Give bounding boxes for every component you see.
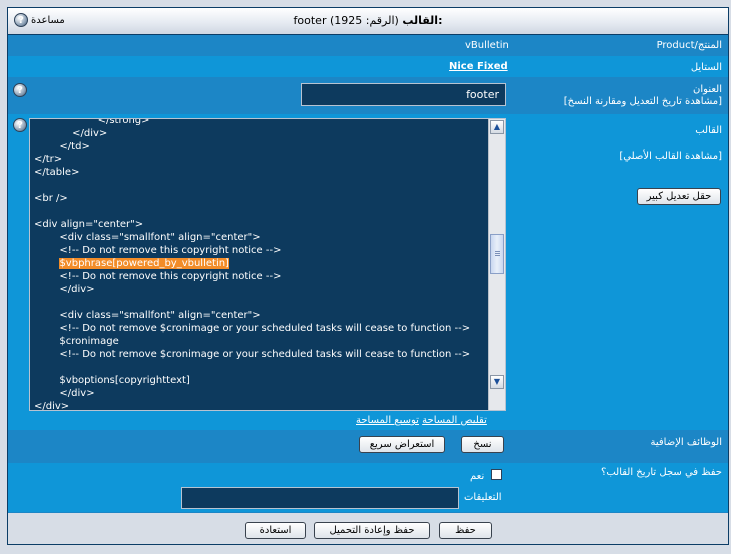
resize-links: تقليص المساحة توسيع المساحة [356,415,487,426]
code-line: </div> [34,401,70,411]
code-line: <div class="smallfont" align="center"> [34,310,261,321]
save-history-row: حفظ في سجل تاريخ القالب؟ نعم التعليقات [8,463,728,512]
resize-grip[interactable] [489,402,505,410]
large-edit-button[interactable]: حقل تعديل كبير [637,188,721,205]
code-line: <!-- Do not remove this copyright notice… [34,271,282,282]
copy-button[interactable]: نسخ [461,436,504,453]
code-line: </tr> [34,154,63,165]
vertical-scrollbar[interactable]: ▲ ▼ [488,119,505,410]
yes-label: نعم [470,471,485,482]
name-label: العنوان [693,84,722,95]
style-label: الستايل [690,62,722,73]
scroll-down-icon[interactable]: ▼ [490,375,504,389]
code-line: $cronimage [34,336,119,347]
comments-input[interactable] [181,487,459,509]
extra-functions-row: الوظائف الإضافية استعراض سريع نسخ [8,431,728,462]
title-bar: ? مساعدة footer (الرقم: 1925) القالب: [8,8,728,35]
code-line: <!-- Do not remove this copyright notice… [34,245,282,256]
enlarge-link[interactable]: توسيع المساحة [356,415,419,426]
template-label: القالب [695,125,722,136]
style-row: الستايل Nice Fixed [8,56,728,77]
comments-label: التعليقات [464,492,502,503]
footer-bar: استعادة حفظ وإعادة التحميل حفظ [8,513,728,544]
title-input[interactable]: footer [301,83,506,106]
save-reload-button[interactable]: حفظ وإعادة التحميل [314,522,430,539]
code-line: </div> [34,388,95,399]
template-edit-panel: ? مساعدة footer (الرقم: 1925) القالب: ال… [7,7,729,545]
template-code[interactable]: </strong> </div> </td> </tr> </table> <br … [34,118,471,411]
product-value: vBulletin [465,40,509,51]
code-line: </td> [34,141,90,152]
code-line: <!-- Do not remove $cronimage or your sc… [34,323,471,334]
help-icon[interactable]: ? [13,83,27,97]
product-row: المنتج/Product vBulletin [8,35,728,55]
save-history-label: حفظ في سجل تاريخ القالب؟ [601,467,722,478]
code-line: </div> [34,128,108,139]
scroll-thumb[interactable] [490,234,504,274]
help-icon[interactable]: ? [13,118,27,132]
code-line: <div align="center"> [34,219,144,230]
template-editor[interactable]: </strong> </div> </td> </tr> </table> <br … [29,118,506,411]
save-button[interactable]: حفظ [439,522,492,539]
selected-text: $vbphrase[powered_by_vbulletin] [59,258,229,269]
name-row: العنوان [مشاهدة تاريخ التعديل ومقارنة ال… [8,78,728,113]
history-link[interactable]: [مشاهدة تاريخ التعديل ومقارنة النسخ] [564,96,722,107]
code-line: <!-- Do not remove $cronimage or your sc… [34,349,471,360]
code-line: $vboptions[copyrighttext] [34,375,190,386]
save-history-checkbox[interactable] [491,469,502,480]
extra-functions-label: الوظائف الإضافية [650,437,723,448]
style-link[interactable]: Nice Fixed [449,61,508,72]
code-line: $vbphrase[powered_by_vbulletin] [34,257,470,270]
product-label: المنتج/Product [656,40,722,51]
code-line: </table> [34,167,80,178]
view-original-link[interactable]: [مشاهدة القالب الأصلي] [619,151,722,162]
title-rest: footer (الرقم: 1925) [293,14,399,27]
code-line: </div> [34,284,95,295]
reset-button[interactable]: استعادة [245,522,306,539]
code-line: <br /> [34,193,68,204]
scroll-up-icon[interactable]: ▲ [490,120,504,134]
shrink-link[interactable]: تقليص المساحة [422,415,487,426]
code-line: <div class="smallfont" align="center"> [34,232,261,243]
code-line: </strong> [34,118,150,126]
title-prefix: القالب: [402,14,443,27]
window-title: footer (الرقم: 1925) القالب: [8,14,728,27]
quick-preview-button[interactable]: استعراض سريع [359,436,445,453]
